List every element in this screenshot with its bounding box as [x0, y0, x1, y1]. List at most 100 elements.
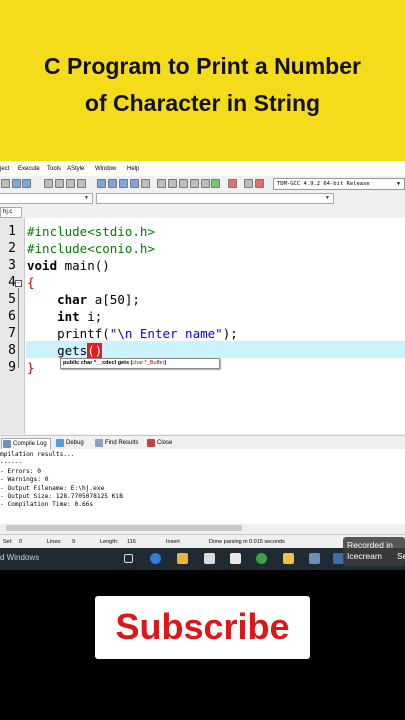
line-number: 7	[8, 326, 16, 341]
title-banner: C Program to Print a Number of Character…	[0, 0, 405, 161]
undo-icon[interactable]	[12, 179, 21, 188]
check-icon[interactable]	[211, 179, 220, 188]
function-signature-tooltip: public char *__cdecl gets (char *_Buffer…	[60, 358, 220, 369]
log-horizontal-scrollbar[interactable]	[0, 524, 405, 532]
status-message: Done parsing in 0.015 seconds	[209, 539, 285, 545]
line-number: 1	[8, 224, 16, 239]
file-explorer-icon[interactable]	[177, 553, 188, 564]
code-token: #include<conio.h>	[27, 241, 155, 256]
status-sel-label: Sel:	[3, 539, 13, 545]
toolbar: TDM-GCC 4.9.2 64-bit Release ▼	[0, 176, 405, 192]
compile-icon[interactable]	[97, 179, 106, 188]
menu-tools[interactable]: Tools	[47, 166, 61, 172]
project-options-icon[interactable]	[255, 179, 264, 188]
subscribe-label: Subscribe	[115, 606, 290, 647]
scrollbar-thumb[interactable]	[6, 525, 242, 531]
menu-astyle[interactable]: AStyle	[67, 166, 84, 172]
replace-icon[interactable]	[55, 179, 64, 188]
redo-icon[interactable]	[22, 179, 31, 188]
profile-icon[interactable]	[201, 179, 210, 188]
fold-toggle-icon[interactable]: -	[15, 280, 22, 287]
tab-debug[interactable]: Debug	[55, 438, 84, 449]
code-token: gets	[57, 343, 88, 358]
options-icon[interactable]	[244, 179, 253, 188]
code-brace: {	[27, 275, 35, 290]
status-length-label: Length:	[100, 539, 119, 545]
task-view-icon[interactable]	[124, 554, 133, 563]
tooltip-param: char *_Buffer	[132, 360, 165, 366]
code-token: main()	[57, 258, 110, 273]
status-mode: Insert	[166, 539, 180, 545]
code-token: #include<stdio.h>	[27, 224, 155, 239]
code-token: a[50];	[87, 292, 140, 307]
status-lines-label: Lines:	[47, 539, 62, 545]
status-lines-value: 9	[72, 539, 76, 545]
insert-icon[interactable]	[168, 179, 177, 188]
tab-close[interactable]: Close	[146, 438, 172, 449]
code-token: printf(	[57, 326, 110, 341]
member-combo[interactable]: ▼	[96, 193, 334, 204]
log-line: - Output Filename: E:\hj.exe	[0, 484, 105, 492]
status-sel-value: 0	[19, 539, 23, 545]
tab-label: Compile Log	[13, 441, 47, 447]
code-keyword: char	[57, 292, 88, 307]
menu-window[interactable]: Window	[95, 166, 116, 172]
line-number: 6	[8, 309, 16, 324]
code-brace: }	[27, 360, 35, 375]
new-class-icon[interactable]	[157, 179, 166, 188]
tooltip-close: )	[164, 360, 167, 366]
edge-browser-icon[interactable]	[150, 553, 161, 564]
file-tab[interactable]: hj.c	[0, 207, 22, 218]
code-line-9: }	[27, 360, 35, 375]
log-line: - Compilation Time: 0.66s	[0, 501, 94, 509]
line-number: 9	[8, 360, 16, 375]
close-icon[interactable]	[228, 179, 237, 188]
log-line: - Warnings: 0	[0, 476, 49, 484]
menu-execute[interactable]: Execute	[18, 166, 40, 172]
run-icon[interactable]	[108, 179, 117, 188]
app-icon[interactable]	[309, 553, 320, 564]
mail-icon[interactable]	[204, 553, 215, 564]
find-results-icon	[95, 439, 103, 447]
tab-label: Find Results	[105, 440, 139, 446]
compiler-select-value: TDM-GCC 4.9.2 64-bit Release	[277, 181, 370, 187]
tab-find-results[interactable]: Find Results	[94, 438, 138, 449]
toolbar-icon[interactable]	[1, 179, 10, 188]
close-icon	[147, 439, 155, 447]
code-line-3: void main()	[27, 258, 110, 273]
line-number-gutter: 1 2 3 4 5 6 7 8 9 -	[0, 218, 25, 434]
chrome-icon[interactable]	[256, 553, 267, 564]
find-icon[interactable]	[44, 179, 53, 188]
toggle-bookmark-icon[interactable]	[179, 179, 188, 188]
store-icon[interactable]	[230, 553, 241, 564]
code-line-2: #include<conio.h>	[27, 241, 155, 256]
debug-icon[interactable]	[141, 179, 150, 188]
menu-project[interactable]: ject	[0, 166, 9, 172]
code-line-5: char a[50];	[27, 292, 140, 307]
subscribe-button[interactable]: Subscribe	[95, 596, 310, 659]
activate-windows-text: d Windows	[0, 553, 40, 562]
code-line-8: gets()	[27, 343, 103, 358]
chevron-down-icon: ▼	[396, 181, 400, 187]
menu-help[interactable]: Help	[127, 166, 139, 172]
app-icon[interactable]	[283, 553, 294, 564]
recorder-text-1: Recorded in	[347, 540, 393, 550]
tab-compile-log[interactable]: Compile Log	[1, 438, 51, 449]
class-combo[interactable]: ▼	[0, 193, 93, 204]
code-editor[interactable]: 1 2 3 4 5 6 7 8 9 - #include<stdio.h> #i…	[0, 218, 405, 434]
compile-run-icon[interactable]	[119, 179, 128, 188]
recorder-text-3: Se	[397, 551, 405, 561]
goto-line-icon[interactable]	[77, 179, 86, 188]
log-line: - Output Size: 128.7705078125 KiB	[0, 493, 123, 501]
chevron-down-icon: ▼	[325, 195, 330, 201]
compile-log-output: mpilation results... ------ - Errors: 0- W…	[0, 449, 405, 524]
compiler-select[interactable]: TDM-GCC 4.9.2 64-bit Release ▼	[273, 178, 405, 190]
bottom-panel-tabs: Compile Log Debug Find Results Close	[0, 435, 405, 449]
rebuild-icon[interactable]	[130, 179, 139, 188]
line-number: 3	[8, 258, 16, 273]
goto-bookmark-icon[interactable]	[190, 179, 199, 188]
goto-icon[interactable]	[66, 179, 75, 188]
line-number: 5	[8, 292, 16, 307]
menu-bar: ject Execute Tools AStyle Window Help	[0, 161, 405, 176]
line-number: 2	[8, 241, 16, 256]
